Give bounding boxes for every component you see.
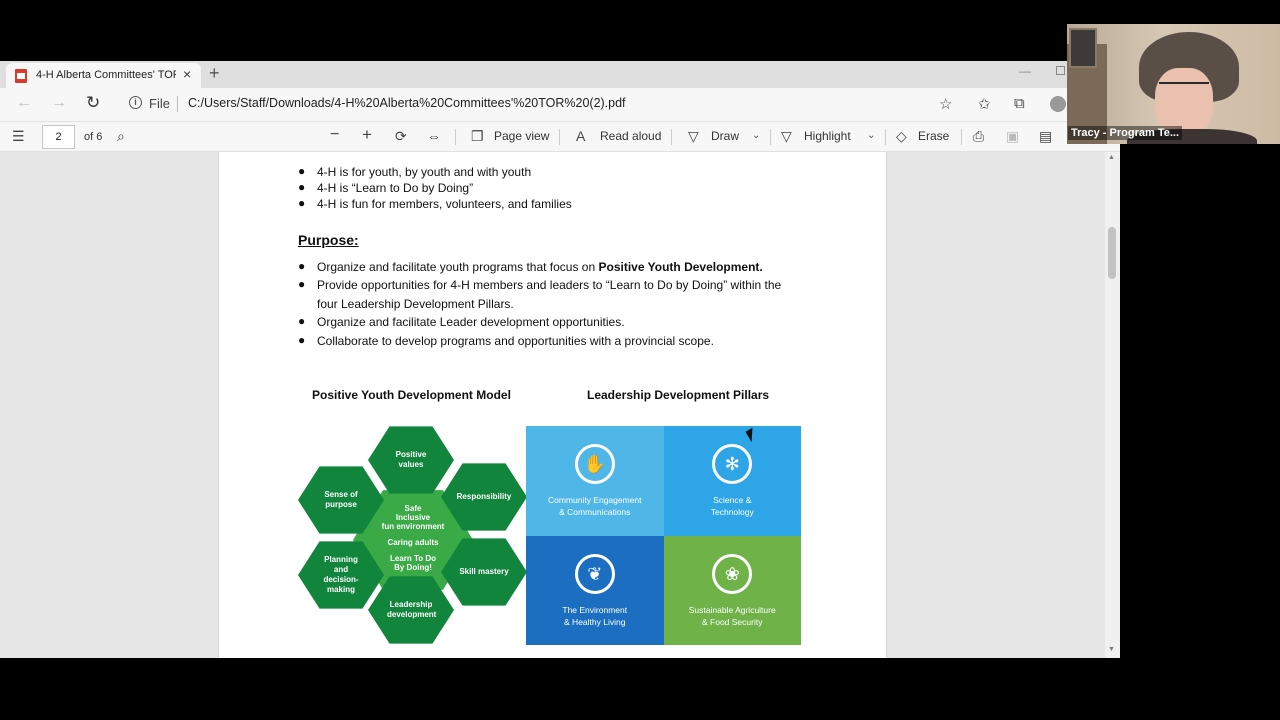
minimize-button[interactable]: — <box>1019 64 1031 78</box>
tab-pdf[interactable]: 4-H Alberta Committees' TOR (2 × <box>6 63 201 88</box>
search-icon[interactable]: ⌕ <box>117 128 125 145</box>
list-item: 4-H is “Learn to Do by Doing” <box>317 181 474 195</box>
tab-close-button[interactable]: × <box>183 66 191 82</box>
list-item: Collaborate to develop programs and oppo… <box>317 334 714 348</box>
bullet-dot: ● <box>298 333 306 347</box>
leadership-pillars-grid: ✋ Community Engagement & Communications ✻… <box>526 426 801 645</box>
read-aloud-button[interactable]: Read aloud <box>600 129 661 143</box>
tab-bar: 4-H Alberta Committees' TOR (2 × + — <box>0 61 1120 88</box>
bullet-dot: ● <box>298 277 306 291</box>
wheat-icon: ❀ <box>712 553 753 594</box>
zoom-in-button[interactable]: + <box>362 125 372 145</box>
add-favorite-icon[interactable]: ☆ <box>939 95 952 113</box>
forward-arrow-icon[interactable]: → <box>51 94 67 112</box>
back-arrow-icon[interactable]: ← <box>16 94 32 112</box>
bullet-dot: ● <box>298 259 306 273</box>
list-item-bold: Positive Youth Development. <box>598 260 763 274</box>
pillar-label: Sustainable Agriculture & Food Security <box>688 604 776 627</box>
page-view-button[interactable]: Page view <box>494 129 549 143</box>
pillar-environment-healthy-living: ❦ The Environment & Healthy Living <box>526 535 664 645</box>
vertical-scrollbar[interactable]: ▲ ▼ <box>1105 152 1120 658</box>
print-icon[interactable]: ⎙ <box>973 128 984 145</box>
scheme-label: File <box>149 96 170 111</box>
toolbar-divider <box>885 129 886 145</box>
list-item: Organize and facilitate youth programs t… <box>317 260 763 274</box>
info-icon[interactable]: i <box>129 96 142 109</box>
pillars-heading: Leadership Development Pillars <box>587 388 770 402</box>
hex-center-line: fun environment <box>381 522 445 531</box>
collections-icon[interactable]: ⧉ <box>1014 95 1025 112</box>
list-item: Provide opportunities for 4-H members an… <box>317 278 782 292</box>
highlight-icon: ▽ <box>781 128 792 144</box>
scroll-up-icon[interactable]: ▲ <box>1108 154 1115 161</box>
maximize-button[interactable] <box>1056 66 1065 75</box>
list-item: Organize and facilitate Leader developme… <box>317 315 625 329</box>
address-divider <box>177 96 178 112</box>
tab-title: 4-H Alberta Committees' TOR (2 <box>36 69 176 81</box>
pillar-community-engagement: ✋ Community Engagement & Communications <box>526 426 664 536</box>
handshake-icon: ✋ <box>574 444 615 484</box>
read-aloud-icon: A <box>576 128 586 144</box>
rotate-icon[interactable]: ⟳ <box>395 128 407 145</box>
toolbar-divider <box>455 129 456 145</box>
pdf-page: ● 4-H is for youth, by youth and with yo… <box>218 152 887 658</box>
purpose-heading: Purpose: <box>298 232 359 248</box>
pillar-label: Community Engagement & Communications <box>547 495 642 517</box>
draw-button[interactable]: Draw <box>711 129 739 143</box>
favorites-icon[interactable]: ✩ <box>978 95 991 113</box>
url-field[interactable]: C:/Users/Staff/Downloads/4-H%20Alberta%2… <box>188 96 626 110</box>
hex-center-line: Caring adults <box>387 538 439 547</box>
fit-page-icon[interactable]: ⇔ <box>427 128 441 144</box>
scroll-down-icon[interactable]: ▼ <box>1108 646 1115 653</box>
pyd-model-heading: Positive Youth Development Model <box>312 388 511 402</box>
atom-icon: ✻ <box>712 444 753 484</box>
pillar-sustainable-agriculture: ❀ Sustainable Agriculture & Food Security <box>663 535 801 645</box>
address-bar: ← → ↻ i File C:/Users/Staff/Downloads/4-… <box>0 88 1120 121</box>
list-item: 4-H is for youth, by youth and with yout… <box>317 165 532 179</box>
highlight-chevron-down-icon[interactable]: ⌄ <box>867 130 875 141</box>
participant-name: Tracy - Program Te... <box>1068 126 1183 140</box>
eraser-icon: ◇ <box>896 128 907 144</box>
toolbar-divider <box>770 129 771 145</box>
youth-development-hex-diagram: Safe Inclusive fun environment Caring ad… <box>298 423 528 648</box>
bullet-dot: ● <box>298 180 306 194</box>
hex-positive-values: Positive values <box>368 426 454 494</box>
pillar-label: Science & Technology <box>710 495 754 517</box>
save-as-icon[interactable]: ▤ <box>1039 128 1052 145</box>
zoom-out-button[interactable]: − <box>330 126 339 144</box>
browser-window: 4-H Alberta Committees' TOR (2 × + — ← →… <box>0 61 1120 658</box>
webcam-picture-frame <box>1069 28 1097 68</box>
profile-avatar[interactable] <box>1050 96 1066 112</box>
scroll-thumb[interactable] <box>1108 227 1116 279</box>
pdf-viewer: ● 4-H is for youth, by youth and with yo… <box>0 152 1120 658</box>
webcam-person-glasses <box>1159 82 1209 92</box>
pdf-toolbar: ☰ 2 of 6 ⌕ − + ⟳ ⇔ ❐ Page view A Read al… <box>0 121 1120 152</box>
refresh-icon[interactable]: ↻ <box>86 93 100 113</box>
pillar-label: The Environment & Healthy Living <box>562 604 628 627</box>
list-item-continuation: four Leadership Development Pillars. <box>317 297 514 311</box>
webcam-overlay: Tracy - Program Te... <box>1067 24 1280 144</box>
draw-chevron-down-icon[interactable]: ⌄ <box>752 130 760 141</box>
erase-button[interactable]: Erase <box>918 129 949 143</box>
pillar-science-technology: ✻ Science & Technology <box>663 426 801 536</box>
pdf-file-icon <box>15 69 27 83</box>
screen: 4-H Alberta Committees' TOR (2 × + — ← →… <box>0 0 1280 720</box>
highlight-button[interactable]: Highlight <box>804 129 851 143</box>
toolbar-divider <box>559 129 560 145</box>
bullet-dot: ● <box>298 196 306 210</box>
new-tab-button[interactable]: + <box>209 63 220 84</box>
toolbar-divider <box>961 129 962 145</box>
contents-icon[interactable]: ☰ <box>12 128 25 145</box>
list-item-text: Organize and facilitate youth programs t… <box>317 260 599 274</box>
page-number-input[interactable]: 2 <box>42 125 75 149</box>
toolbar-divider <box>671 129 672 145</box>
leaf-icon: ❦ <box>574 553 615 594</box>
page-view-icon: ❐ <box>471 128 484 144</box>
page-count: of 6 <box>84 131 103 143</box>
save-icon[interactable]: ▣ <box>1006 128 1019 145</box>
bullet-dot: ● <box>298 314 306 328</box>
draw-icon: ▽ <box>688 128 699 144</box>
bullet-dot: ● <box>298 164 306 178</box>
list-item: 4-H is fun for members, volunteers, and … <box>317 197 572 211</box>
